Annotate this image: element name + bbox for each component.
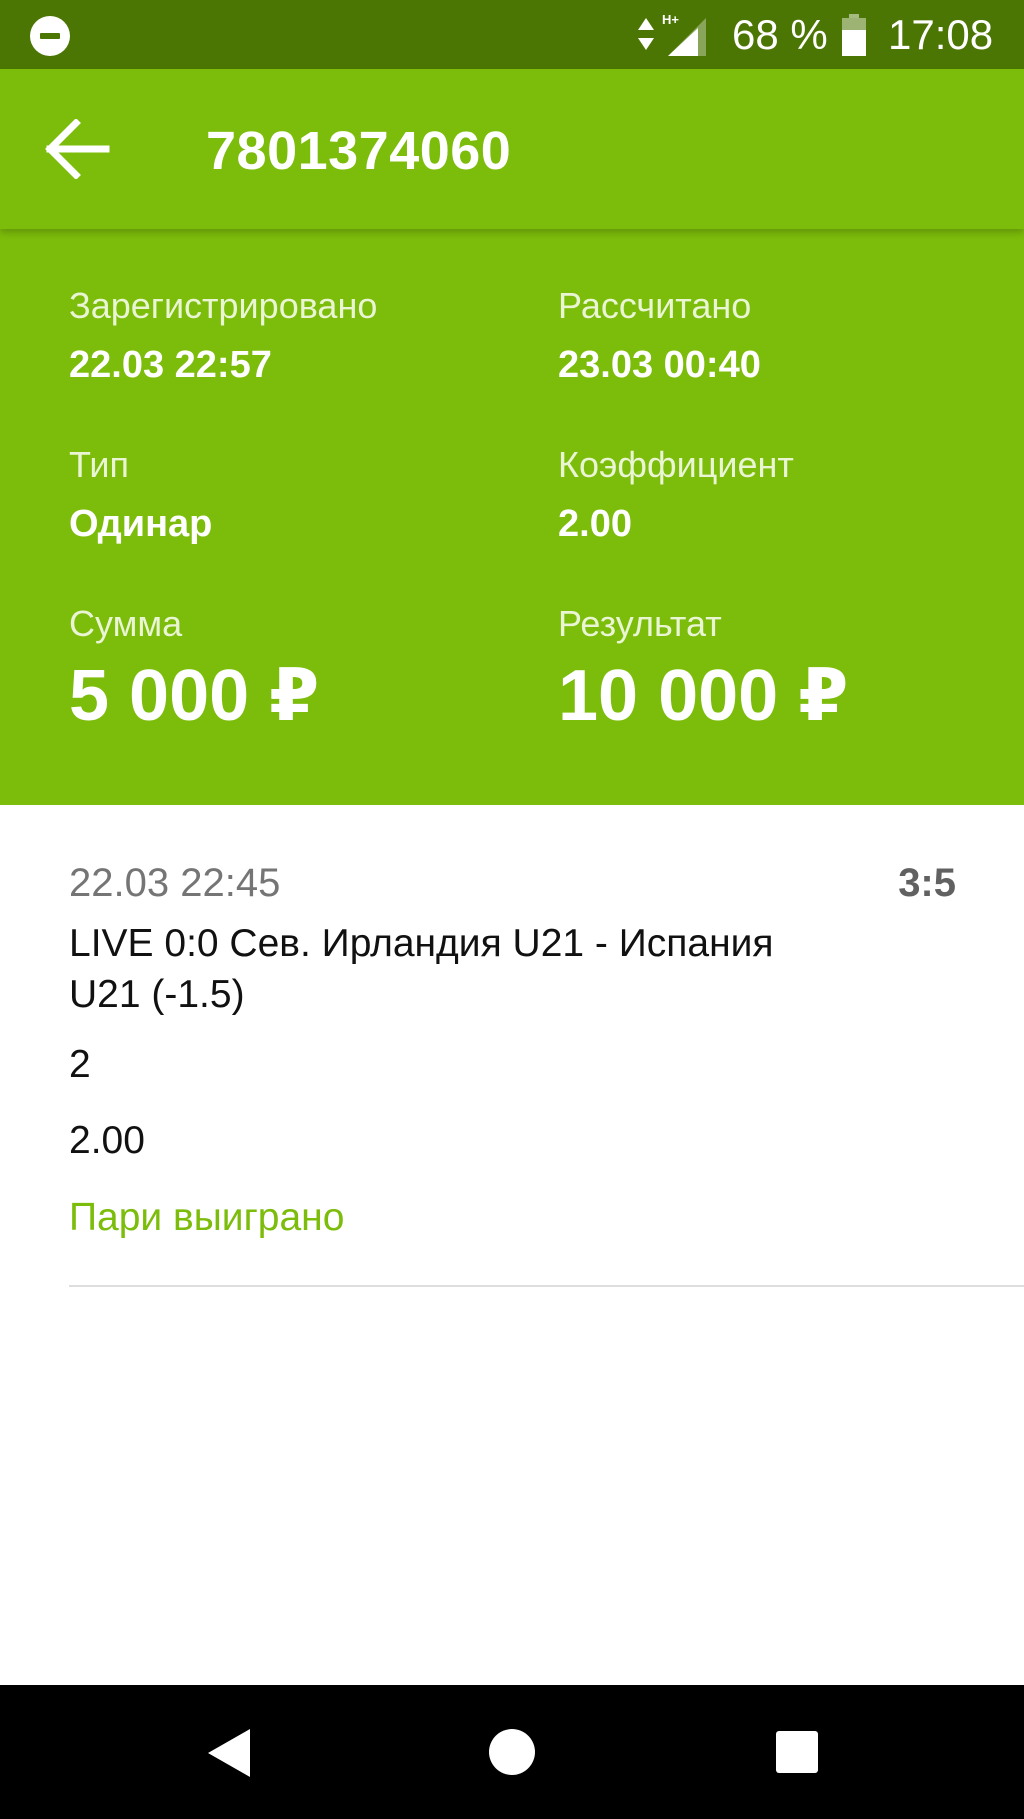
settled-field: Рассчитано 23.03 00:40 xyxy=(558,284,761,388)
bet-summary: Зарегистрировано 22.03 22:57 Рассчитано … xyxy=(0,229,1024,805)
bet-status: Пари выиграно xyxy=(69,1196,345,1239)
navigation-bar xyxy=(0,1685,1024,1819)
divider xyxy=(69,1285,1024,1287)
settled-label: Рассчитано xyxy=(558,285,752,326)
battery-icon xyxy=(842,14,866,56)
event-date: 22.03 22:45 xyxy=(69,861,281,905)
type-label: Тип xyxy=(69,444,130,485)
registered-field: Зарегистрировано 22.03 22:57 xyxy=(69,284,377,388)
battery-percentage: 68 % xyxy=(732,11,828,58)
result-field: Результат 10 000 ₽ xyxy=(558,602,848,736)
registered-label: Зарегистрировано xyxy=(69,285,378,326)
type-value: Одинар xyxy=(69,503,213,545)
arrow-left-icon[interactable] xyxy=(44,119,110,179)
network-type-label: H+ xyxy=(662,12,679,27)
coefficient-value: 2.00 xyxy=(558,503,632,545)
amount-field: Сумма 5 000 ₽ xyxy=(69,602,319,736)
event-score: 3:5 xyxy=(898,861,956,905)
registered-value: 22.03 22:57 xyxy=(69,344,272,386)
coefficient-label: Коэффициент xyxy=(558,444,794,485)
status-clock: 17:08 xyxy=(888,11,994,58)
coefficient-field: Коэффициент 2.00 xyxy=(558,443,794,547)
status-bar: H+ 68 % 17:08 xyxy=(0,0,1024,69)
bet-details: 22.03 22:45 3:5 LIVE 0:0 Сев. Ирландия U… xyxy=(0,805,1024,1685)
settled-value: 23.03 00:40 xyxy=(558,344,761,386)
result-label: Результат xyxy=(558,603,722,644)
nav-back-icon[interactable] xyxy=(200,1723,260,1783)
type-field: Тип Одинар xyxy=(69,443,212,547)
result-value: 10 000 ₽ xyxy=(558,656,849,736)
event-title: LIVE 0:0 Сев. Ирландия U21 - Испания U21… xyxy=(69,922,774,1016)
bet-coefficient: 2.00 xyxy=(69,1119,145,1162)
signal-icon: H+ xyxy=(662,12,706,56)
nav-recent-apps-icon[interactable] xyxy=(776,1731,818,1773)
nav-home-icon[interactable] xyxy=(489,1729,535,1775)
app-bar: 7801374060 xyxy=(0,69,1024,229)
do-not-disturb-icon xyxy=(30,16,70,56)
bet-outcome: 2 xyxy=(69,1043,91,1086)
data-arrows-icon xyxy=(638,18,654,50)
page-title: 7801374060 xyxy=(206,121,512,181)
amount-value: 5 000 ₽ xyxy=(69,656,320,736)
amount-label: Сумма xyxy=(69,603,183,644)
